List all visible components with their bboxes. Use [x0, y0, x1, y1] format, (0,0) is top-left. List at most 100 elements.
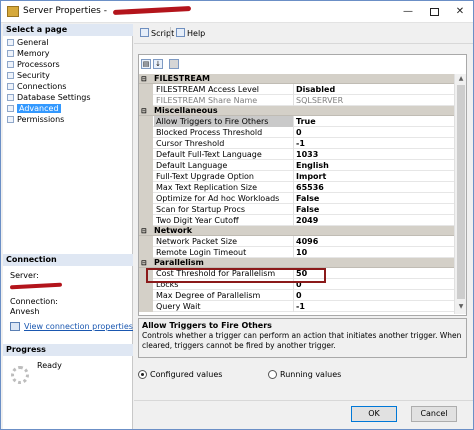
script-button[interactable]: Script ▾: [140, 28, 181, 38]
collapse-toggle-icon[interactable]: ⊟: [141, 74, 148, 84]
page-item-connections[interactable]: Connections: [3, 81, 133, 92]
property-value[interactable]: 1033: [296, 149, 318, 160]
property-row[interactable]: Default Language English: [139, 160, 455, 171]
property-row[interactable]: Scan for Startup Procs False: [139, 204, 455, 215]
property-row[interactable]: Two Digit Year Cutoff 2049: [139, 215, 455, 226]
row-gutter: [139, 301, 153, 312]
progress-header: Progress: [3, 344, 133, 356]
property-row[interactable]: Max Degree of Parallelism 0: [139, 290, 455, 301]
property-value[interactable]: 0: [296, 290, 302, 301]
property-row[interactable]: Blocked Process Threshold 0: [139, 127, 455, 138]
collapse-toggle-icon[interactable]: ⊟: [141, 106, 148, 116]
scroll-down-arrow-icon[interactable]: ▼: [457, 302, 465, 311]
description-text: Controls whether a trigger can perform a…: [142, 331, 462, 350]
collapse-toggle-icon[interactable]: ⊟: [141, 226, 148, 236]
property-value[interactable]: False: [296, 204, 319, 215]
collapse-toggle-icon[interactable]: ⊟: [141, 258, 148, 268]
left-pane: Select a page General Memory Processors Sec…: [3, 24, 133, 429]
category-name: Parallelism: [154, 258, 204, 267]
property-row[interactable]: Query Wait -1: [139, 301, 455, 312]
progress-status: Ready: [37, 361, 62, 370]
category-name: Miscellaneous: [154, 106, 218, 115]
close-button[interactable]: ✕: [447, 4, 473, 20]
configured-values-radio[interactable]: [138, 370, 147, 379]
view-connection-properties-link[interactable]: View connection properties: [24, 322, 133, 331]
toolbar-separator: [170, 27, 171, 39]
page-item-advanced[interactable]: Advanced: [3, 103, 133, 114]
category-name: Network: [154, 226, 193, 235]
property-row[interactable]: Cursor Threshold -1: [139, 138, 455, 149]
maximize-icon: [429, 8, 439, 16]
scroll-up-arrow-icon[interactable]: ▲: [457, 74, 465, 83]
property-row[interactable]: Max Text Replication Size 65536: [139, 182, 455, 193]
property-grid-scrollbar[interactable]: ▲ ▼: [454, 74, 466, 314]
property-value[interactable]: False: [296, 193, 319, 204]
property-value[interactable]: Disabled: [296, 84, 335, 95]
property-row[interactable]: FILESTREAM Share Name SQLSERVER: [139, 95, 455, 106]
row-gutter: [139, 95, 153, 106]
page-item-memory[interactable]: Memory: [3, 48, 133, 59]
property-name: Scan for Startup Procs: [154, 204, 294, 215]
property-row[interactable]: Remote Login Timeout 10: [139, 247, 455, 258]
page-item-security[interactable]: Security: [3, 70, 133, 81]
property-value[interactable]: SQLSERVER: [296, 95, 343, 106]
minimize-button[interactable]: —: [395, 4, 421, 20]
toolbar: Script ▾ Help: [134, 24, 473, 44]
row-gutter: [139, 138, 153, 149]
row-gutter: [139, 171, 153, 182]
property-name: Cursor Threshold: [154, 138, 294, 149]
property-name: Allow Triggers to Fire Others: [154, 116, 294, 127]
property-name: Default Full-Text Language: [154, 149, 294, 160]
property-value[interactable]: 65536: [296, 182, 324, 193]
redacted-server-value: [9, 282, 63, 289]
property-value[interactable]: 2049: [296, 215, 318, 226]
page-item-processors[interactable]: Processors: [3, 59, 133, 70]
page-item-permissions[interactable]: Permissions: [3, 114, 133, 125]
property-value[interactable]: 10: [296, 247, 307, 258]
page-item-database-settings[interactable]: Database Settings: [3, 92, 133, 103]
page-icon: [7, 72, 14, 79]
property-name: Full-Text Upgrade Option: [154, 171, 294, 182]
property-value[interactable]: 0: [296, 127, 302, 138]
category-parallelism[interactable]: ⊟ Parallelism: [139, 258, 455, 268]
property-row[interactable]: Optimize for Ad hoc Workloads False: [139, 193, 455, 204]
configured-values-option[interactable]: Configured values: [138, 370, 222, 379]
property-row[interactable]: Default Full-Text Language 1033: [139, 149, 455, 160]
maximize-button[interactable]: [421, 4, 447, 20]
running-values-radio[interactable]: [268, 370, 277, 379]
window-title: Server Properties -: [23, 5, 191, 16]
category-miscellaneous[interactable]: ⊟ Miscellaneous: [139, 106, 455, 116]
property-value[interactable]: 4096: [296, 236, 318, 247]
property-row[interactable]: Network Packet Size 4096: [139, 236, 455, 247]
running-values-option[interactable]: Running values: [268, 370, 341, 379]
ok-button[interactable]: OK: [351, 406, 397, 422]
cancel-button[interactable]: Cancel: [411, 406, 457, 422]
page-icon: [7, 61, 14, 68]
title-bar: Server Properties - — ✕: [1, 1, 473, 23]
row-gutter: [139, 204, 153, 215]
property-row[interactable]: FILESTREAM Access Level Disabled: [139, 84, 455, 95]
page-list: General Memory Processors Security Connectio…: [3, 37, 133, 125]
property-value[interactable]: -1: [296, 301, 305, 312]
property-pages-icon[interactable]: [169, 59, 179, 69]
property-value[interactable]: Import: [296, 171, 326, 182]
property-value[interactable]: English: [296, 160, 329, 171]
scroll-thumb[interactable]: [457, 85, 465, 299]
categorized-view-icon[interactable]: ▤: [141, 59, 151, 69]
button-bar-divider: [134, 400, 473, 401]
property-name: Network Packet Size: [154, 236, 294, 247]
category-filestream[interactable]: ⊟ FILESTREAM: [139, 74, 455, 84]
row-gutter: [139, 182, 153, 193]
category-network[interactable]: ⊟ Network: [139, 226, 455, 236]
property-value[interactable]: True: [296, 116, 316, 127]
alphabetical-sort-icon[interactable]: ↓: [153, 59, 163, 69]
page-item-general[interactable]: General: [3, 37, 133, 48]
page-item-label: Memory: [17, 49, 50, 58]
property-row[interactable]: Allow Triggers to Fire Others True: [139, 116, 455, 127]
right-pane: Script ▾ Help ▤ ↓ ⊟FILESTREAMFILESTREAM …: [134, 24, 473, 429]
property-name: Max Text Replication Size: [154, 182, 294, 193]
row-gutter: [139, 247, 153, 258]
help-button[interactable]: Help: [176, 28, 205, 38]
property-value[interactable]: -1: [296, 138, 305, 149]
property-row[interactable]: Full-Text Upgrade Option Import: [139, 171, 455, 182]
